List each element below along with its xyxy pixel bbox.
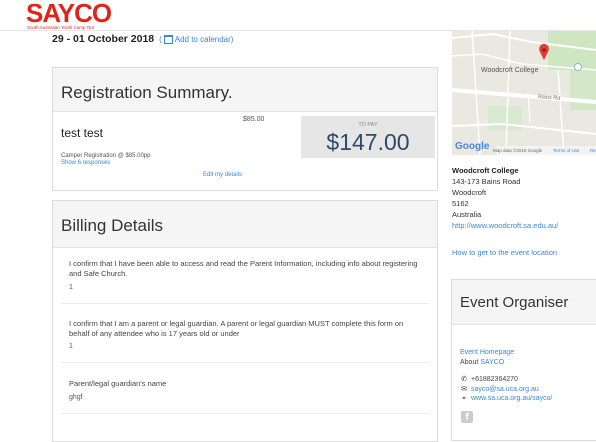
billing-details-header: Billing Details: [53, 201, 437, 248]
divider: [61, 413, 429, 414]
divider: [61, 362, 429, 363]
about-prefix: About: [460, 359, 479, 366]
map-place-label: Woodcroft College: [481, 67, 539, 74]
billing-answer: 1: [69, 343, 73, 350]
venue-postcode: 5162: [452, 199, 469, 208]
map-graphic: [452, 30, 596, 155]
attendee-name: test test: [61, 126, 104, 140]
venue-map[interactable]: Woodcroft College Bains Rd Google Map da…: [452, 30, 596, 155]
venue-address: Woodcroft College 143-173 Bains Road Woo…: [452, 165, 558, 231]
event-dates: 29 - 01 October 2018 (Add to calendar): [52, 33, 233, 45]
divider: [61, 303, 429, 304]
billing-question: I confirm that I am a parent or legal gu…: [69, 319, 404, 338]
organiser-email: ✉ sayco@sa.uca.org.au: [460, 385, 539, 393]
phone-icon: ✆: [461, 376, 467, 383]
about-organiser: About SAYCO: [460, 359, 504, 366]
add-to-calendar-link[interactable]: (Add to calendar): [159, 35, 233, 45]
map-terms-link[interactable]: Terms of Use: [553, 148, 580, 153]
facebook-icon[interactable]: f: [461, 411, 473, 423]
billing-answer: ghgf: [69, 394, 83, 401]
calendar-icon: [163, 35, 173, 45]
venue-country: Australia: [452, 210, 482, 219]
logo-tagline: South Australian Youth Camp Out: [27, 25, 95, 30]
map-data-credit: Map data ©2018 Google: [493, 148, 543, 153]
directions-link[interactable]: How to get to the event location: [452, 248, 557, 257]
organiser-website: ⌖ www.sa.uca.org.au/sayco/: [460, 395, 552, 403]
event-organiser-header: Event Organiser: [452, 280, 596, 325]
venue-suburb: Woodcroft: [452, 188, 487, 197]
to-pay-amount: $147.00: [326, 129, 410, 155]
sayco-logo[interactable]: SAYCO South Australian Youth Camp Out: [26, 0, 112, 30]
to-pay-label: TO PAY: [358, 122, 378, 128]
billing-answer: 1: [69, 284, 73, 291]
logo-text: SAYCO: [26, 0, 112, 28]
about-organiser-link[interactable]: SAYCO: [480, 359, 504, 366]
event-homepage-link[interactable]: Event Homepage: [460, 349, 514, 356]
registration-line-detail: Camper Registration @ $85.00pp: [61, 153, 151, 159]
top-bar: SAYCO South Australian Youth Camp Out: [0, 0, 596, 31]
billing-question: Parent/legal guardian's name: [69, 379, 167, 388]
line-price: $85.00: [243, 116, 265, 123]
registration-summary-header: Registration Summary.: [53, 68, 437, 112]
add-to-calendar-label: Add to calendar: [174, 35, 231, 44]
venue-website-link[interactable]: http://www.woodcroft.sa.edu.au/: [452, 221, 558, 230]
registration-summary-title: Registration Summary.: [61, 83, 233, 102]
organiser-phone-number: +61882364270: [471, 376, 518, 383]
billing-question: I confirm that I have been able to acces…: [69, 259, 418, 278]
globe-icon: ⌖: [462, 395, 466, 402]
billing-details-panel: Billing Details I confirm that I have be…: [52, 200, 438, 442]
event-organiser-title: Event Organiser: [460, 294, 569, 311]
venue-name: Woodcroft College: [452, 166, 519, 175]
registration-summary-panel: Registration Summary. test test $85.00 C…: [52, 67, 438, 191]
event-date-text: 29 - 01 October 2018: [52, 33, 155, 45]
envelope-icon: ✉: [461, 386, 467, 393]
billing-details-title: Billing Details: [61, 216, 164, 235]
google-logo: Google: [455, 141, 490, 152]
organiser-email-link[interactable]: sayco@sa.uca.org.au: [471, 386, 539, 393]
to-pay-box: TO PAY $147.00: [301, 116, 435, 158]
event-organiser-panel: Event Organiser Event Homepage About SAY…: [451, 279, 596, 441]
organiser-phone: ✆ +61882364270: [460, 375, 518, 383]
organiser-website-link[interactable]: www.sa.uca.org.au/sayco/: [471, 395, 552, 402]
show-responses-link[interactable]: Show 6 responses: [61, 160, 110, 166]
map-report-link[interactable]: Re: [590, 148, 596, 153]
venue-street: 143-173 Bains Road: [452, 177, 521, 186]
edit-details-link[interactable]: Edit my details: [203, 172, 242, 178]
